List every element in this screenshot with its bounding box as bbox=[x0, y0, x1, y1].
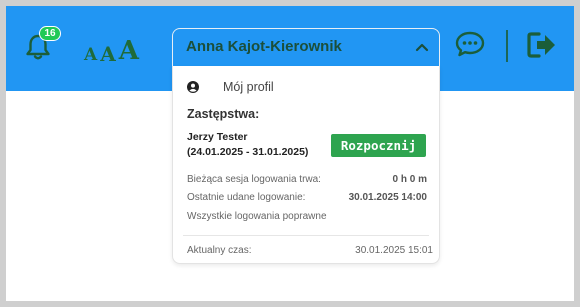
current-time-value: 30.01.2025 15:01 bbox=[355, 245, 433, 256]
last-login-label: Ostatnie udane logowanie: bbox=[187, 192, 306, 203]
session-duration-label: Bieżąca sesja logowania trwa: bbox=[187, 174, 321, 185]
chevron-up-icon bbox=[415, 43, 429, 52]
substitution-dates: (24.01.2025 - 31.01.2025) bbox=[187, 146, 309, 158]
my-profile-label: Mój profil bbox=[223, 80, 274, 94]
substitutions-title: Zastępstwa: bbox=[187, 107, 260, 121]
all-logins-status: Wszystkie logowania poprawne bbox=[187, 211, 427, 222]
start-substitution-button[interactable]: Rozpocznij bbox=[331, 134, 426, 157]
current-time-label: Aktualny czas: bbox=[187, 245, 252, 256]
notifications-count-badge: 16 bbox=[39, 26, 61, 41]
last-login-value: 30.01.2025 14:00 bbox=[348, 192, 427, 203]
font-size-small-button[interactable]: A bbox=[84, 47, 97, 64]
last-login-row: Ostatnie udane logowanie: 30.01.2025 14:… bbox=[187, 192, 427, 203]
session-duration-value: 0 h 0 m bbox=[392, 174, 427, 185]
menu-divider bbox=[183, 235, 429, 236]
user-menu-button[interactable]: Anna Kajot-Kierownik bbox=[172, 28, 440, 66]
user-dropdown-menu: Mój profil Zastępstwa: Jerzy Tester (24.… bbox=[172, 66, 440, 264]
font-size-medium-button[interactable]: A bbox=[100, 44, 116, 64]
font-size-large-button[interactable]: A bbox=[119, 38, 139, 64]
all-logins-label: Wszystkie logowania poprawne bbox=[187, 211, 327, 222]
font-size-switcher: A A A bbox=[84, 34, 142, 64]
user-name: Anna Kajot-Kierownik bbox=[186, 38, 342, 55]
session-duration-row: Bieżąca sesja logowania trwa: 0 h 0 m bbox=[187, 174, 427, 185]
app-frame: 16 A A A Anna Kajot-Kierownik Mój profil… bbox=[6, 6, 574, 301]
substitution-person: Jerzy Tester bbox=[187, 131, 248, 143]
toolbar-divider bbox=[506, 30, 508, 62]
current-time-row: Aktualny czas: 30.01.2025 15:01 bbox=[187, 245, 433, 256]
user-circle-icon bbox=[187, 81, 199, 93]
chat-icon[interactable] bbox=[455, 31, 485, 57]
my-profile-link[interactable]: Mój profil bbox=[187, 80, 274, 94]
logout-icon[interactable] bbox=[527, 31, 557, 59]
